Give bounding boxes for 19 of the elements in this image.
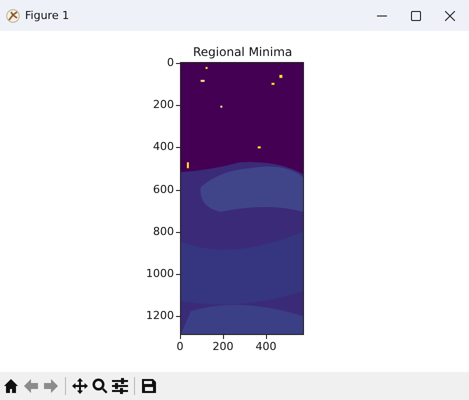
home-icon[interactable]	[3, 378, 19, 394]
tick-label: 800	[153, 224, 174, 239]
search-icon[interactable]	[92, 378, 108, 394]
tick-label: 1000	[146, 267, 174, 281]
sliders-icon[interactable]	[112, 378, 128, 394]
window-title: Figure 1	[25, 9, 70, 22]
tick-label: 200	[212, 340, 234, 354]
tick-label: 200	[153, 98, 174, 112]
app-icon	[6, 8, 20, 22]
tick-label: 400	[153, 140, 174, 154]
move-icon[interactable]	[72, 378, 88, 394]
close-icon[interactable]	[445, 10, 455, 20]
maximize-icon[interactable]	[411, 10, 421, 20]
axes-title: Regional Minima	[193, 44, 292, 60]
tick-label: 0	[167, 56, 174, 70]
tick-label: 0	[176, 340, 184, 354]
tick-label: 600	[153, 182, 174, 197]
tick-label: 1200	[146, 309, 174, 324]
tick-label: 400	[256, 340, 276, 354]
